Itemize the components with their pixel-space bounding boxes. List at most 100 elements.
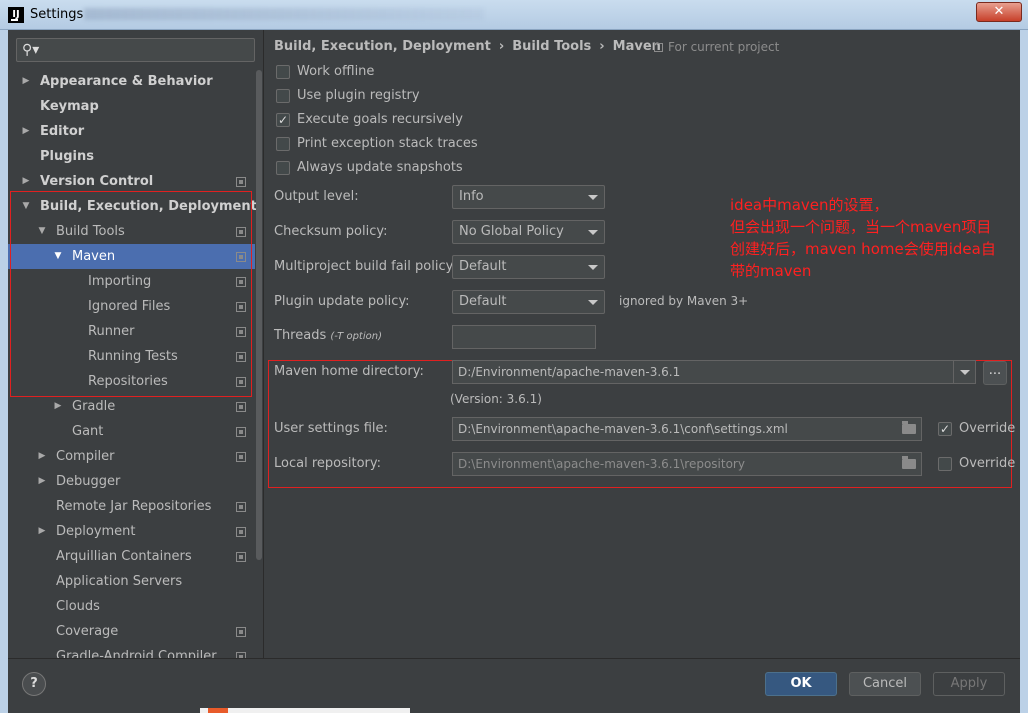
apply-button[interactable]: Apply [933, 672, 1005, 696]
settings-dialog: ⚲▾ ▶ Appearance & Behavior Keymap ▶ Editor Pl… [8, 30, 1020, 713]
title-bar: IJ Settings ✕ [0, 0, 1028, 30]
sidebar-item-label: Coverage [56, 624, 119, 639]
sidebar-item-compiler[interactable]: ▶ Compiler [8, 444, 255, 469]
checkbox[interactable]: ✓ [276, 113, 290, 127]
combo-value: No Global Policy [459, 224, 564, 239]
annotation-line: idea中maven的设置， [730, 196, 889, 214]
sidebar-item-gradle-android-compiler[interactable]: Gradle-Android Compiler [8, 644, 255, 658]
browse-button[interactable]: ... [983, 361, 1007, 385]
sidebar-item-clouds[interactable]: Clouds [8, 594, 255, 619]
window-frame-right [1020, 30, 1028, 713]
window-title: Settings [30, 7, 84, 22]
taskbar-fragment [200, 708, 410, 713]
checkbox-label: Work offline [297, 64, 375, 79]
annotation-line: 带的maven [730, 262, 812, 280]
sidebar-item-gradle[interactable]: ▶ Gradle [8, 394, 255, 419]
breadcrumb-item: Build Tools [512, 39, 592, 54]
sidebar-item-appearance-behavior[interactable]: ▶ Appearance & Behavior [8, 69, 255, 94]
collapsed-arrow-icon[interactable]: ▶ [36, 519, 48, 544]
project-level-icon [236, 527, 246, 537]
local-repo-field[interactable]: D:\Environment\apache-maven-3.6.1\reposi… [452, 452, 922, 476]
chevron-down-icon [588, 195, 598, 200]
sidebar-item-label: Remote Jar Repositories [56, 499, 212, 514]
sidebar-item-label: Deployment [56, 524, 136, 539]
checkbox[interactable] [276, 137, 290, 151]
checkbox[interactable] [276, 161, 290, 175]
sidebar-item-coverage[interactable]: Coverage [8, 619, 255, 644]
combo-output-level[interactable]: Info [452, 185, 605, 209]
breadcrumb-item: Build, Execution, Deployment [274, 39, 491, 54]
ok-button[interactable]: OK [765, 672, 837, 696]
sidebar-item-deployment[interactable]: ▶ Deployment [8, 519, 255, 544]
breadcrumb-separator: › [599, 39, 605, 54]
sidebar-item-application-servers[interactable]: Application Servers [8, 569, 255, 594]
combo-multiproject-build-fail-policy[interactable]: Default [452, 255, 605, 279]
checkbox-label: Use plugin registry [297, 88, 420, 103]
sidebar-item-arquillian-containers[interactable]: Arquillian Containers [8, 544, 255, 569]
search-input[interactable]: ⚲▾ [16, 38, 255, 62]
checkbox[interactable]: ✓ [938, 422, 952, 436]
maven-home-field[interactable]: D:/Environment/apache-maven-3.6.1 [452, 360, 976, 384]
project-level-icon [236, 627, 246, 637]
sidebar-item-keymap[interactable]: Keymap [8, 94, 255, 119]
cancel-button[interactable]: Cancel [849, 672, 921, 696]
maven-settings-panel: Build, Execution, Deployment › Build Tools… [264, 30, 1020, 658]
combo-checksum-policy[interactable]: No Global Policy [452, 220, 605, 244]
sidebar-item-label: Gradle [72, 399, 116, 414]
collapsed-arrow-icon[interactable]: ▶ [36, 469, 48, 494]
sidebar-item-editor[interactable]: ▶ Editor [8, 119, 255, 144]
sidebar-item-label: Gant [72, 424, 104, 439]
collapsed-arrow-icon[interactable]: ▶ [20, 69, 32, 94]
sidebar-item-label: Clouds [56, 599, 100, 614]
local-repo-value: D:\Environment\apache-maven-3.6.1\reposi… [458, 457, 745, 471]
breadcrumb-separator: › [498, 39, 505, 54]
highlight-box-sidebar [10, 191, 252, 397]
folder-icon[interactable] [902, 421, 916, 434]
chevron-down-icon [588, 230, 598, 235]
scope-text: For current project [668, 40, 780, 54]
user-settings-value: D:\Environment\apache-maven-3.6.1\conf\s… [458, 422, 788, 436]
checkbox[interactable] [276, 89, 290, 103]
checkbox[interactable] [276, 65, 290, 79]
sidebar-item-label: Gradle-Android Compiler [56, 649, 217, 658]
sidebar-item-plugins[interactable]: Plugins [8, 144, 255, 169]
sidebar-item-label: Editor [40, 124, 85, 139]
breadcrumb: Build, Execution, Deployment › Build Tools… [274, 39, 661, 54]
folder-icon[interactable] [902, 456, 916, 469]
project-level-icon [236, 402, 246, 412]
local-repo-label: Local repository: [274, 456, 381, 471]
search-icon: ⚲▾ [22, 42, 40, 58]
combo-label: Multiproject build fail policy: [274, 259, 457, 274]
sidebar-item-label: Appearance & Behavior [40, 74, 213, 89]
close-button[interactable]: ✕ [976, 2, 1022, 22]
collapsed-arrow-icon[interactable]: ▶ [20, 119, 32, 144]
collapsed-arrow-icon[interactable]: ▶ [52, 394, 64, 419]
checkbox[interactable] [938, 457, 952, 471]
threads-input[interactable] [452, 325, 596, 349]
help-button[interactable]: ? [22, 672, 46, 696]
checkbox-label: Print exception stack traces [297, 136, 478, 151]
chevron-down-icon [588, 300, 598, 305]
maven-home-value: D:/Environment/apache-maven-3.6.1 [458, 365, 681, 379]
sidebar-scrollbar[interactable] [256, 70, 262, 560]
collapsed-arrow-icon[interactable]: ▶ [36, 444, 48, 469]
sidebar-item-label: Plugins [40, 149, 94, 164]
combo-value: Info [459, 189, 484, 204]
chevron-down-icon[interactable] [953, 361, 975, 383]
annotation-line: 创建好后，maven home会使用idea自 [730, 240, 996, 258]
sidebar-item-remote-jar-repositories[interactable]: Remote Jar Repositories [8, 494, 255, 519]
sidebar-item-debugger[interactable]: ▶ Debugger [8, 469, 255, 494]
combo-value: Default [459, 294, 507, 309]
blurred-title-region [84, 8, 484, 20]
project-scope-icon [654, 43, 663, 52]
user-settings-label: User settings file: [274, 421, 388, 436]
sidebar-item-gant[interactable]: Gant [8, 419, 255, 444]
combo-label: Checksum policy: [274, 224, 388, 239]
user-settings-field[interactable]: D:\Environment\apache-maven-3.6.1\conf\s… [452, 417, 922, 441]
combo-plugin-update-policy[interactable]: Default [452, 290, 605, 314]
project-level-icon [236, 177, 246, 187]
red-annotation: idea中maven的设置， 但会出现一个问题，当一个maven项目 创建好后，… [730, 194, 1020, 282]
threads-label-text: Threads [274, 328, 327, 343]
sidebar-item-label: Debugger [56, 474, 121, 489]
override-label: Override [959, 456, 1016, 471]
